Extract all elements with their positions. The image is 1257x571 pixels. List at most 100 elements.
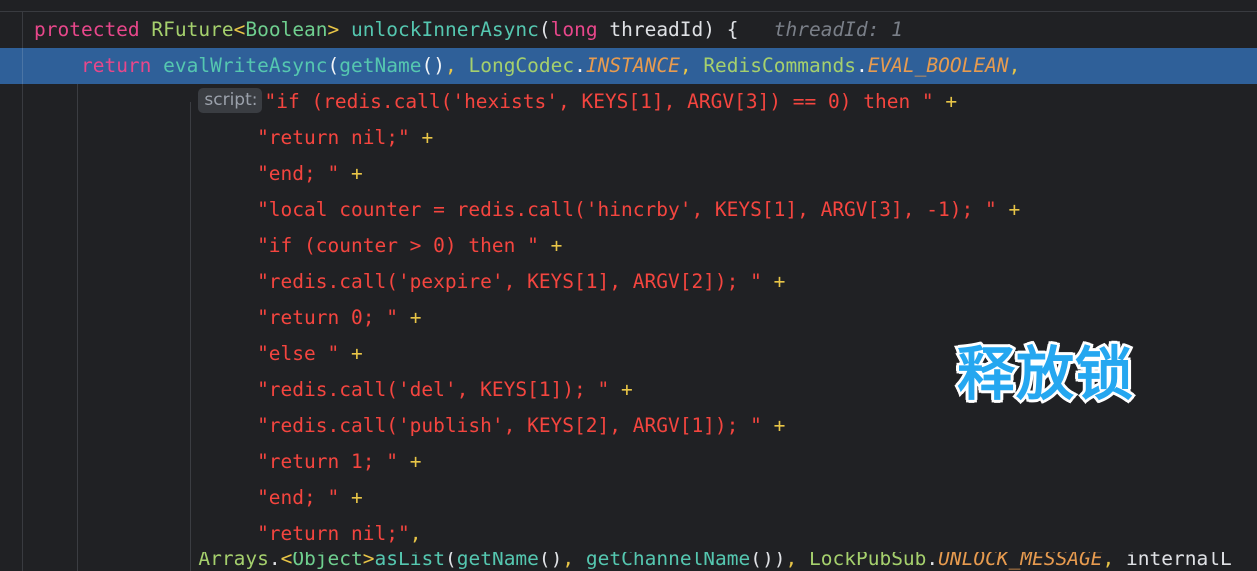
code-token: "return 1; " [257,450,398,473]
code-token: , [562,552,575,570]
editor-line-gutter[interactable] [0,12,22,571]
code-line-script-return-nil-2[interactable]: "return nil;", [23,516,1257,552]
code-token: "redis.call('del', KEYS[1]); " [257,378,610,401]
code-token: "return nil;" [257,126,410,149]
code-token: threadId [609,18,704,41]
code-token: , [1102,552,1115,570]
code-token: Boolean [245,18,328,41]
code-content[interactable]: protected RFuture<Boolean> unlockInnerAs… [0,12,1257,571]
code-token: UNLOCK_MESSAGE [938,552,1103,570]
code-token: > [327,18,340,41]
code-token: > [362,552,375,570]
code-token: + [351,342,363,365]
code-line-script-pexpire[interactable]: "redis.call('pexpire', KEYS[1], ARGV[2])… [23,264,1257,300]
code-token: , [1008,54,1021,77]
code-token: ()) [750,552,786,570]
code-token: "end; " [257,486,340,509]
code-token: EVAL_BOOLEAN [867,54,1009,77]
code-line-script-if-counter[interactable]: "if (counter > 0) then " + [23,228,1257,264]
code-token: . [268,552,281,570]
code-token: ) { [703,18,739,41]
code-line-script-end-1[interactable]: "end; " + [23,156,1257,192]
code-token: "if (counter > 0) then " [257,234,539,257]
parameter-name-hint[interactable]: script: [198,88,263,113]
code-token: + [1008,198,1021,221]
code-token: < [233,18,246,41]
code-token: + [351,162,363,185]
code-token: () [421,54,445,77]
code-token: , [444,54,457,77]
annotation-text: 释放锁 [957,340,1135,408]
code-token: "redis.call('pexpire', KEYS[1], ARGV[2])… [257,270,762,293]
code-token: LockPubSub [809,552,927,570]
code-token: "else " [257,342,340,365]
code-token: long [550,18,598,41]
code-line-script-return-1[interactable]: "return 1; " + [23,444,1257,480]
code-line-script-return-0[interactable]: "return 0; " + [23,300,1257,336]
code-token: , [409,522,422,545]
caret-line-gutter-border [22,48,23,84]
code-editor-window[interactable]: protected RFuture<Boolean> unlockInnerAs… [0,0,1257,571]
code-line-signature[interactable]: protected RFuture<Boolean> unlockInnerAs… [23,12,1257,48]
code-line-script-hexists[interactable]: script: "if (redis.call('hexists', KEYS[1… [23,84,1257,120]
code-token: internalL [1114,552,1232,570]
code-token: + [550,234,563,257]
annotation-release-lock: 释放锁 [957,338,1134,410]
code-token: + [621,378,633,401]
code-token: < [280,552,293,570]
code-token: + [351,486,363,509]
code-line-script-publish[interactable]: "redis.call('publish', KEYS[2], ARGV[1])… [23,408,1257,444]
code-token: RFuture [151,18,234,41]
code-token: getChannelName [585,552,751,570]
clipped-last-line[interactable]: Arrays.<Object>asList(getName(), getChan… [0,552,1257,571]
code-token: Object [292,552,363,570]
code-token: . [926,552,939,570]
code-token: () [538,552,563,570]
code-line-script-hincrby[interactable]: "local counter = redis.call('hincrby', K… [23,192,1257,228]
code-token: unlockInnerAsync [351,18,539,41]
code-token: INSTANCE [585,54,680,77]
code-token: "redis.call('publish', KEYS[2], ARGV[1])… [257,414,762,437]
code-line-return-evalwriteasync[interactable]: return evalWriteAsync(getName(), LongCod… [0,48,1257,84]
code-token: protected [34,18,140,41]
code-token: . [574,54,586,77]
code-line-script-return-nil-1[interactable]: "return nil;" + [23,120,1257,156]
code-token: LongCodec [468,54,575,77]
code-line-script-end-2[interactable]: "end; " + [23,480,1257,516]
code-token: "return 0; " [257,306,398,329]
code-token: , [679,54,692,77]
code-token: ( [327,54,340,77]
code-token: . [855,54,868,77]
code-token: evalWriteAsync [163,54,328,77]
